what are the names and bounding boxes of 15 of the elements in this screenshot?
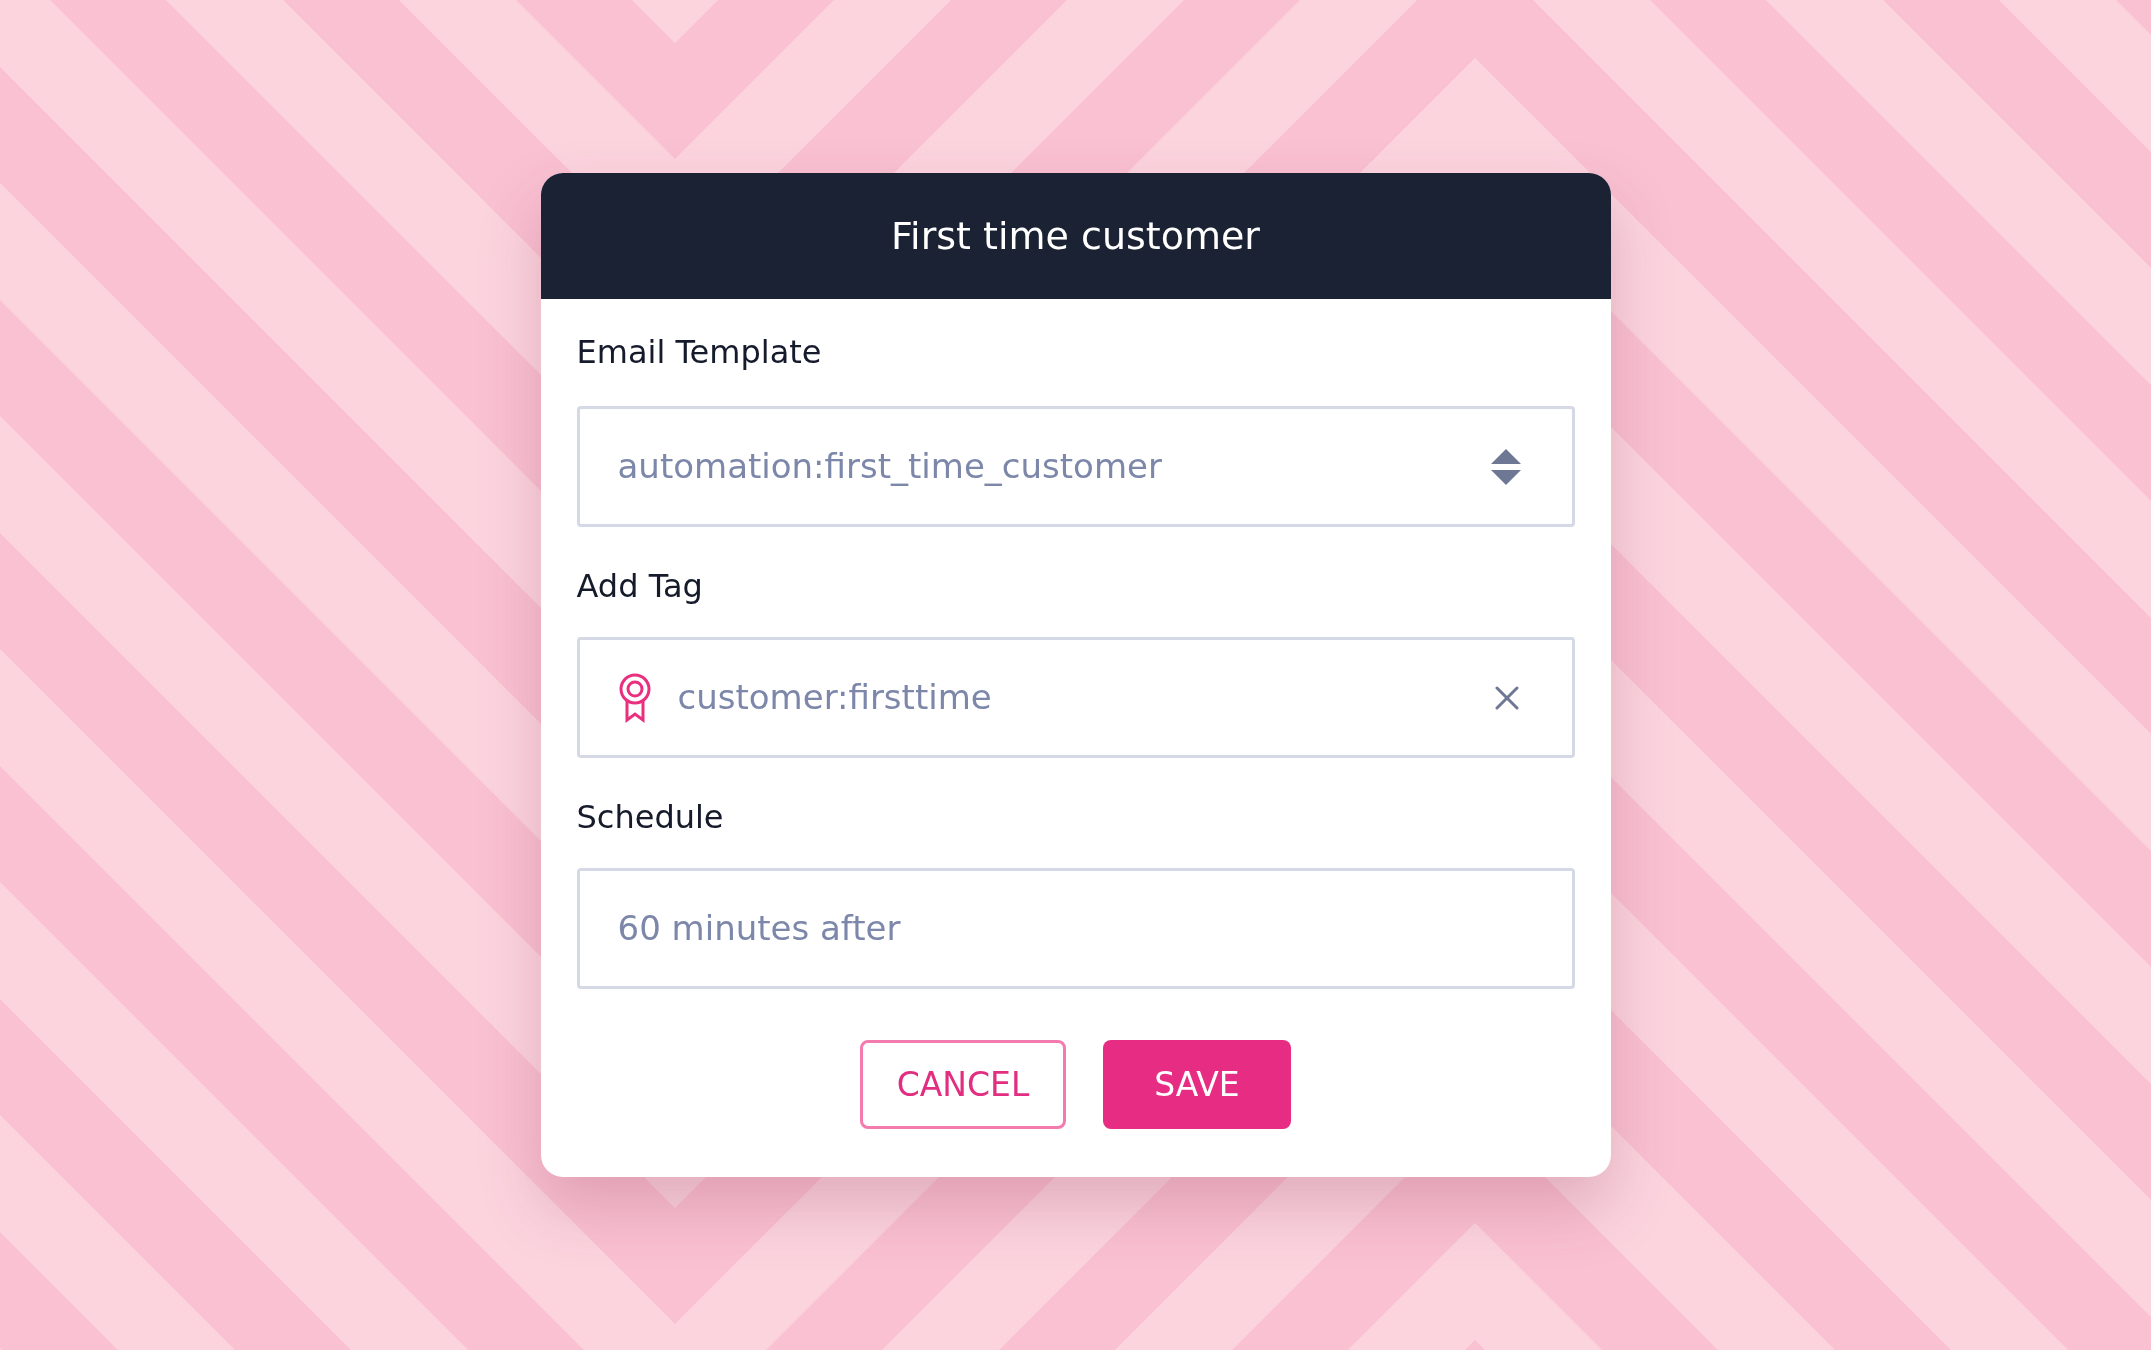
field-value: 60 minutes after	[617, 907, 902, 950]
field-label: Schedule	[576, 797, 725, 838]
sort-icon	[1489, 447, 1522, 486]
field-label: Email Template	[576, 332, 823, 373]
ribbon-icon	[617, 672, 652, 723]
field-label: Add Tag	[576, 566, 704, 607]
schedule-field[interactable]: 60 minutes after	[576, 868, 1575, 989]
field-value: customer:firsttime	[677, 676, 993, 719]
template-select[interactable]: automation:first_time_customer	[576, 406, 1575, 527]
field-value: automation:first_time_customer	[617, 445, 1163, 488]
dialog-title: First time customer	[891, 212, 1260, 260]
cancel-button[interactable]: CANCEL	[860, 1040, 1066, 1129]
save-button[interactable]: SAVE	[1103, 1040, 1291, 1129]
tag-field[interactable]: customer:firsttime	[576, 637, 1575, 758]
close-icon	[1494, 685, 1519, 710]
